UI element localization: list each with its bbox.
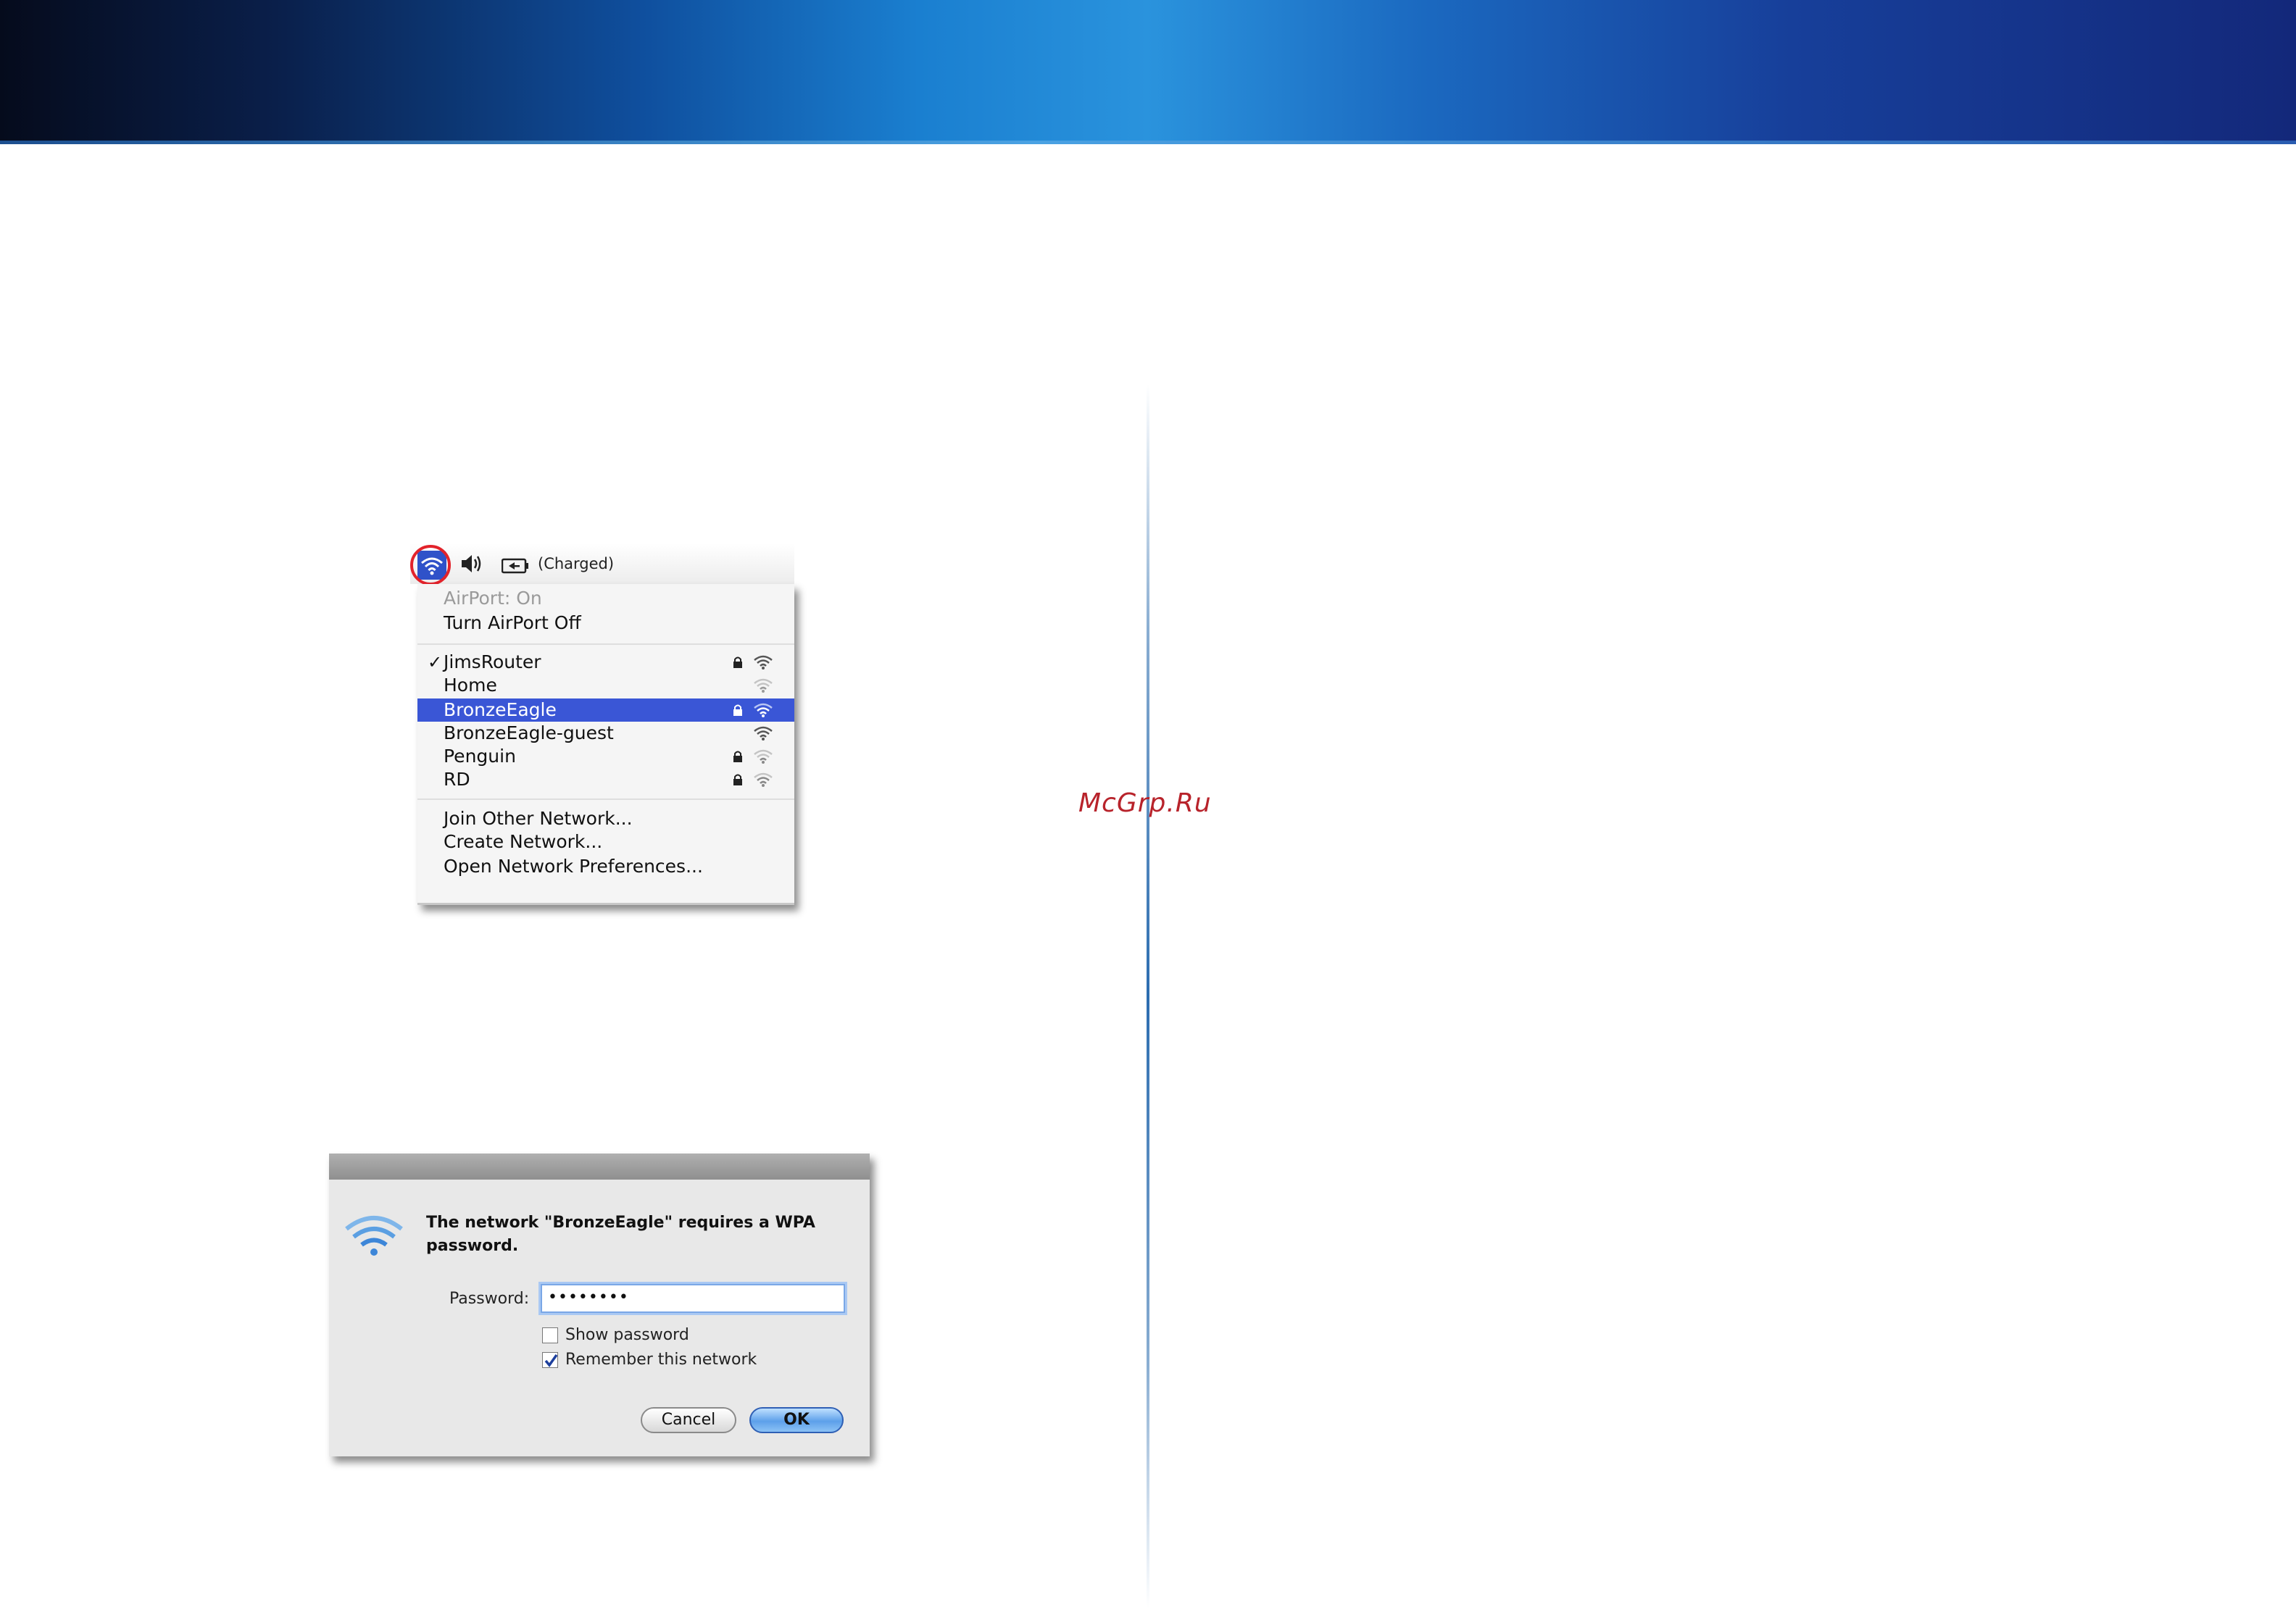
signal-icon <box>754 749 773 764</box>
lock-icon <box>733 751 742 762</box>
signal-icon <box>754 655 773 670</box>
airport-menu-screenshot: (Charged) AirPort: On Turn AirPort Off ✓… <box>410 543 794 906</box>
remember-network-checkbox[interactable] <box>542 1352 558 1368</box>
column-divider <box>1147 384 1149 1609</box>
signal-icon <box>754 772 773 787</box>
cancel-button[interactable]: Cancel <box>641 1407 736 1433</box>
checkmark-icon <box>544 1354 558 1367</box>
show-password-checkbox[interactable] <box>542 1327 558 1343</box>
lock-icon <box>733 774 742 785</box>
password-label: Password: <box>449 1290 530 1308</box>
highlight-circle <box>410 545 451 585</box>
header-banner <box>0 0 2296 141</box>
network-item-home[interactable]: Home <box>417 674 794 697</box>
menu-separator <box>417 798 794 800</box>
password-input[interactable]: •••••••• <box>541 1284 845 1313</box>
signal-icon <box>754 703 773 717</box>
lock-icon <box>733 656 742 668</box>
network-item-bronzeeagle[interactable]: BronzeEagle <box>417 698 794 722</box>
signal-icon <box>754 678 773 693</box>
menu-item-airport-status: AirPort: On <box>444 588 542 609</box>
menu-item-turn-airport-off[interactable]: Turn AirPort Off <box>417 612 794 635</box>
signal-icon <box>754 726 773 741</box>
remember-network-label: Remember this network <box>565 1351 757 1369</box>
airport-dropdown-menu: AirPort: On Turn AirPort Off ✓ JimsRoute… <box>417 584 794 905</box>
menu-item-open-network-preferences[interactable]: Open Network Preferences... <box>417 855 794 878</box>
watermark: McGrp.Ru <box>1078 788 1212 818</box>
lock-icon <box>733 704 742 716</box>
dialog-message: The network "BronzeEagle" requires a WPA… <box>426 1214 815 1255</box>
menu-item-join-other-network[interactable]: Join Other Network... <box>417 807 794 830</box>
network-item-bronzeeagle-guest[interactable]: BronzeEagle-guest <box>417 722 794 745</box>
menu-item-create-network[interactable]: Create Network... <box>417 830 794 854</box>
ok-button[interactable]: OK <box>749 1407 844 1433</box>
menu-separator <box>417 643 794 645</box>
checkmark-icon: ✓ <box>428 652 443 672</box>
header-rule <box>0 141 2296 144</box>
speaker-icon[interactable] <box>459 552 486 575</box>
wifi-icon <box>345 1216 403 1256</box>
network-item-rd[interactable]: RD <box>417 768 794 791</box>
dialog-title-bar <box>329 1154 870 1180</box>
wpa-password-dialog: The network "BronzeEagle" requires a WPA… <box>329 1154 870 1456</box>
network-item-jimsrouter[interactable]: ✓ JimsRouter <box>417 651 794 674</box>
menu-bar: (Charged) <box>410 543 794 585</box>
battery-status-label: (Charged) <box>538 555 615 572</box>
battery-icon[interactable] <box>502 558 531 574</box>
show-password-label: Show password <box>565 1326 689 1344</box>
network-item-penguin[interactable]: Penguin <box>417 745 794 768</box>
